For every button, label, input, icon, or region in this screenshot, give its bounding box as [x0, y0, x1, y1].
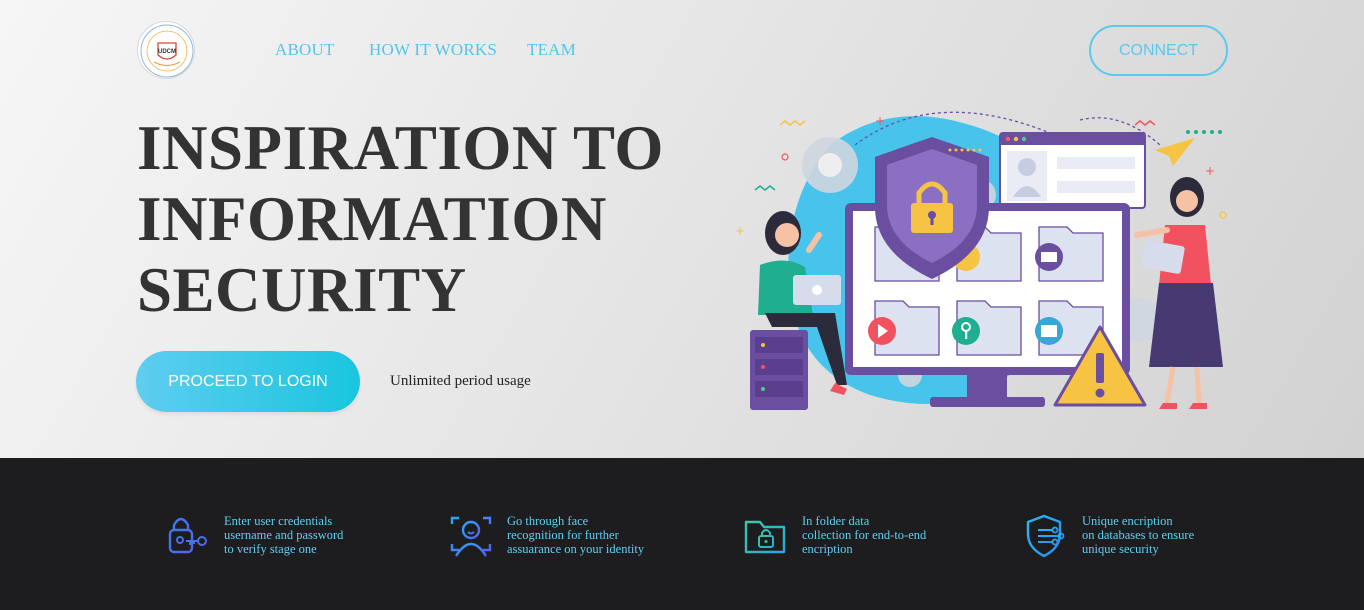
hero-headline: INSPIRATION TO INFORMATION SECURITY — [137, 113, 697, 326]
feature-face-recognition-text: Go through face recognition for further … — [507, 514, 645, 556]
feature-face-recognition: Go through face recognition for further … — [449, 514, 644, 558]
feature-credentials-text: Enter user credentials username and pass… — [224, 514, 344, 556]
proceed-to-login-button[interactable]: PROCEED TO LOGIN — [136, 351, 360, 412]
feature-folder-data: In folder data collection for end-to-end… — [744, 514, 926, 558]
feature-folder-data-text: In folder data collection for end-to-end… — [802, 514, 927, 556]
lock-key-icon — [168, 517, 207, 554]
features-footer: Enter user credentials username and pass… — [0, 458, 1364, 610]
hero-section: UDCM ABOUT HOW IT WORKS TEAM CONNECT INS… — [0, 0, 1364, 458]
headline-line-3: SECURITY — [137, 255, 467, 325]
feature-unique-encryption: Unique encription on databases to ensure… — [1024, 514, 1194, 558]
logo-text: UDCM — [158, 49, 176, 55]
headline-line-1: INSPIRATION TO — [137, 113, 664, 183]
usage-text: Unlimited period usage — [390, 373, 531, 389]
folder-lock-icon — [744, 520, 786, 554]
security-illustration: + + + — [735, 111, 1227, 410]
face-scan-icon — [450, 516, 492, 557]
feature-unique-encryption-text: Unique encription on databases to ensure… — [1082, 514, 1195, 556]
university-logo[interactable]: UDCM — [137, 21, 195, 79]
connect-button[interactable]: CONNECT — [1089, 25, 1228, 76]
svg-text:+: + — [735, 224, 745, 238]
nav-team-link[interactable]: TEAM — [527, 40, 576, 60]
shield-circuit-icon — [1026, 514, 1065, 558]
feature-credentials: Enter user credentials username and pass… — [166, 514, 343, 558]
headline-line-2: INFORMATION — [137, 184, 607, 254]
svg-text:+: + — [875, 114, 885, 128]
svg-text:+: + — [1205, 164, 1215, 178]
nav-about-link[interactable]: ABOUT — [275, 40, 335, 60]
nav-how-it-works-link[interactable]: HOW IT WORKS — [369, 40, 497, 60]
